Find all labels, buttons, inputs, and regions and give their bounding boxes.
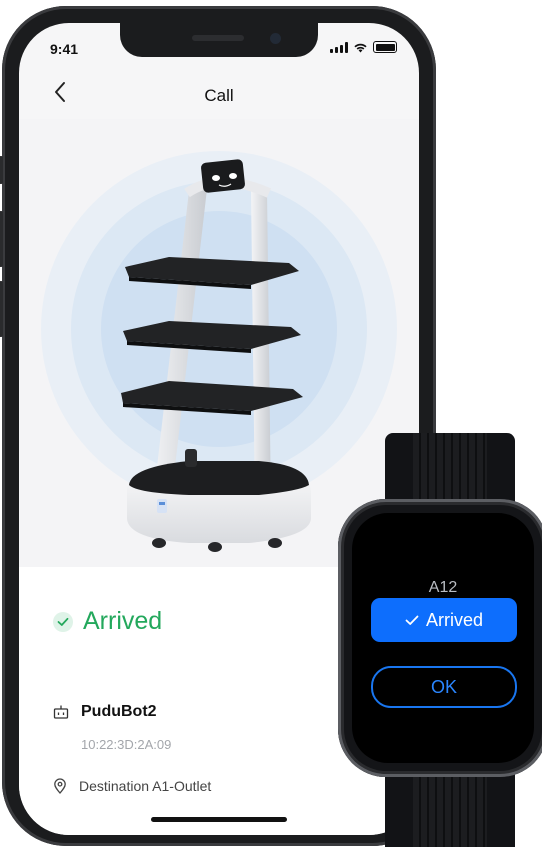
nav-header: Call xyxy=(19,73,419,117)
robot-id: 10:22:3D:2A:09 xyxy=(81,737,172,752)
home-indicator xyxy=(151,817,287,822)
watch-ok-button[interactable]: OK xyxy=(371,666,517,708)
volume-up-button xyxy=(0,211,3,267)
destination-row: Destination A1-Outlet xyxy=(53,778,211,794)
watch-case: A12 Arrived OK xyxy=(338,499,542,777)
robot-info: PuduBot2 xyxy=(53,703,157,721)
battery-icon xyxy=(373,41,397,53)
mute-switch xyxy=(0,156,3,184)
status-text: Arrived xyxy=(83,607,163,635)
page-title: Call xyxy=(204,86,234,105)
arrival-status: Arrived xyxy=(53,607,162,636)
check-circle-icon xyxy=(53,611,73,632)
watch-screen: A12 Arrived OK xyxy=(352,513,534,763)
front-camera xyxy=(270,33,281,44)
watch-arrived-button[interactable]: Arrived xyxy=(371,598,517,642)
watch-arrived-label: Arrived xyxy=(425,609,483,630)
location-pin-icon xyxy=(54,778,66,794)
robot-hero xyxy=(19,119,419,567)
volume-down-button xyxy=(0,281,3,337)
checkmark-icon xyxy=(405,615,419,625)
status-time: 9:41 xyxy=(50,41,79,57)
speaker xyxy=(192,35,244,41)
robot-illustration xyxy=(121,159,311,552)
watch-table-label: A12 xyxy=(428,579,458,596)
wifi-icon xyxy=(354,43,367,52)
robot-icon xyxy=(53,705,69,719)
status-icons xyxy=(330,41,397,53)
signal-icon xyxy=(330,41,348,53)
robot-name: PuduBot2 xyxy=(81,703,157,720)
notch xyxy=(120,23,318,57)
destination-text: Destination A1-Outlet xyxy=(79,778,212,794)
